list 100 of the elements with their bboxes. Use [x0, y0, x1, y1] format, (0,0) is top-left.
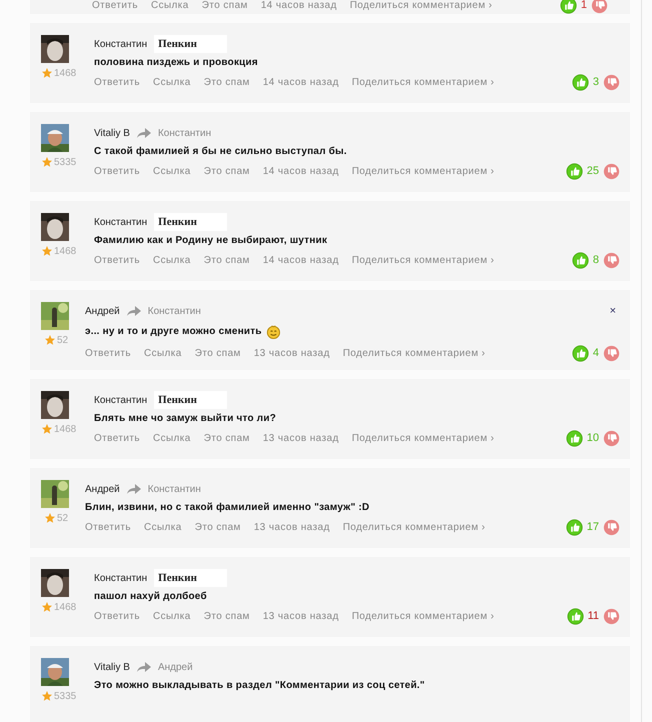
author-name[interactable]: Константин	[94, 38, 148, 50]
thumb-down-icon[interactable]	[603, 74, 620, 90]
action-link[interactable]: Ответить	[94, 166, 140, 176]
author-surname: Пенкин	[154, 213, 227, 231]
reply-arrow-icon	[126, 306, 141, 316]
reply-to-name[interactable]: Константин	[148, 306, 201, 316]
thumb-down-icon[interactable]	[603, 430, 620, 446]
action-link[interactable]: Ссылка	[144, 348, 182, 358]
likes-count: 4	[592, 347, 599, 359]
likes-count: 8	[592, 254, 599, 266]
author-surname: Пенкин	[154, 391, 227, 409]
action-link[interactable]: Поделиться комментарием ›	[350, 0, 492, 10]
author-surname: Пенкин	[154, 35, 227, 53]
likes-count: 10	[586, 432, 599, 444]
action-link[interactable]: Поделиться комментарием ›	[352, 76, 494, 88]
close-button[interactable]: ×	[606, 305, 620, 317]
timestamp-link[interactable]: 13 часов назад	[262, 610, 339, 622]
action-link[interactable]: Ответить	[85, 522, 131, 532]
thumb-up-icon[interactable]	[566, 608, 584, 624]
thumb-up-icon[interactable]	[572, 344, 589, 362]
action-link[interactable]: Ответить	[94, 76, 140, 88]
star-icon	[41, 601, 53, 613]
timestamp-link[interactable]: 13 часов назад	[254, 348, 330, 358]
action-link[interactable]: Ссылка	[152, 166, 191, 176]
action-link[interactable]: Это спам	[204, 432, 250, 444]
action-link[interactable]: Ответить	[94, 610, 140, 622]
action-link[interactable]: Поделиться комментарием ›	[342, 522, 486, 532]
reply-to-name[interactable]: Константин	[158, 128, 212, 138]
action-link[interactable]: Это спам	[204, 254, 250, 266]
action-link[interactable]: Поделиться комментарием ›	[352, 432, 494, 444]
thumb-up-icon[interactable]	[560, 0, 577, 14]
author-name[interactable]: Константин	[94, 216, 148, 228]
comment-text: Блин, извини, но с такой фамилией именно "замуж" :D	[85, 502, 370, 513]
action-link[interactable]: Ссылка	[152, 254, 191, 266]
likes-count: 1	[580, 0, 587, 11]
author-name[interactable]: Константин	[94, 394, 148, 406]
action-link[interactable]: Поделиться комментарием ›	[342, 348, 486, 358]
thumb-down-icon[interactable]	[603, 518, 620, 536]
action-link[interactable]: Это спам	[204, 166, 250, 176]
thumb-up-icon[interactable]	[572, 74, 589, 90]
thumb-up-icon[interactable]	[566, 430, 583, 446]
author-name[interactable]: Андрей	[85, 306, 120, 316]
action-link[interactable]: Поделиться комментарием ›	[352, 254, 494, 266]
action-link[interactable]: Это спам	[194, 522, 241, 532]
thumb-down-icon[interactable]	[603, 344, 620, 362]
thumb-up-icon[interactable]	[572, 252, 589, 268]
timestamp-link[interactable]: 13 часов назад	[262, 432, 339, 444]
reply-arrow-icon	[126, 484, 141, 494]
likes-count: 17	[586, 521, 599, 533]
timestamp-link[interactable]: 14 часов назад	[262, 254, 339, 266]
thumb-down-icon[interactable]	[591, 0, 608, 14]
rating-count: 52	[57, 512, 68, 524]
star-icon	[44, 334, 56, 346]
thumb-up-icon[interactable]	[566, 162, 583, 180]
timestamp-link[interactable]: 14 часов назад	[262, 166, 339, 176]
action-link[interactable]: Поделиться комментарием ›	[352, 610, 494, 622]
action-link[interactable]: Ссылка	[152, 432, 191, 444]
timestamp-link[interactable]: 13 часов назад	[254, 522, 330, 532]
star-icon	[41, 67, 53, 79]
comment-text: пашол нахуй долбоеб	[94, 591, 207, 602]
author-name[interactable]: Константин	[94, 572, 148, 584]
rating-count: 5335	[54, 156, 76, 168]
action-link[interactable]: Это спам	[204, 76, 250, 88]
action-link[interactable]: Ссылка	[144, 522, 182, 532]
comment-text: С такой фамилией я бы не сильно выступал бы.	[94, 146, 347, 157]
thumb-down-icon[interactable]	[603, 252, 620, 268]
likes-count: 11	[588, 610, 599, 622]
action-link[interactable]: Ссылка	[150, 0, 189, 10]
rating-count: 1468	[54, 602, 76, 612]
author-name[interactable]: Андрей	[85, 484, 120, 494]
likes-count: 25	[586, 165, 599, 177]
action-link[interactable]: Это спам	[204, 610, 250, 622]
action-link[interactable]: Ответить	[94, 432, 140, 444]
thumb-down-icon[interactable]	[603, 162, 620, 180]
comment-text: половина пиздежь и провокция	[94, 57, 258, 68]
author-name[interactable]: Vitaliy B	[94, 662, 130, 672]
action-link[interactable]: Ответить	[94, 254, 140, 266]
action-link[interactable]: Это спам	[194, 348, 241, 358]
action-link[interactable]: Ссылка	[152, 76, 191, 88]
action-link[interactable]: Ответить	[92, 0, 138, 10]
comment-text: Это можно выкладывать в раздел "Комментарии из соц сетей."	[94, 680, 425, 691]
action-link[interactable]: Это спам	[202, 0, 248, 10]
reply-arrow-icon	[136, 128, 151, 138]
thumb-down-icon[interactable]	[603, 608, 620, 624]
star-icon	[41, 245, 53, 257]
thumb-up-icon[interactable]	[566, 518, 583, 536]
star-icon	[41, 156, 53, 168]
action-link[interactable]: Поделиться комментарием ›	[352, 166, 494, 176]
author-name[interactable]: Vitaliy B	[94, 128, 130, 138]
action-link[interactable]: Ответить	[85, 348, 131, 358]
rating-count: 1468	[54, 246, 76, 256]
comment-text: Блять мне чо замуж выйти что ли?	[94, 413, 276, 424]
star-icon	[44, 512, 56, 524]
star-icon	[41, 690, 53, 702]
reply-to-name[interactable]: Константин	[148, 484, 201, 494]
timestamp-link[interactable]: 14 часов назад	[260, 0, 337, 10]
timestamp-link[interactable]: 14 часов назад	[262, 76, 339, 88]
rating-count: 1468	[54, 424, 76, 434]
reply-to-name[interactable]: Андрей	[158, 662, 193, 672]
action-link[interactable]: Ссылка	[152, 610, 191, 622]
